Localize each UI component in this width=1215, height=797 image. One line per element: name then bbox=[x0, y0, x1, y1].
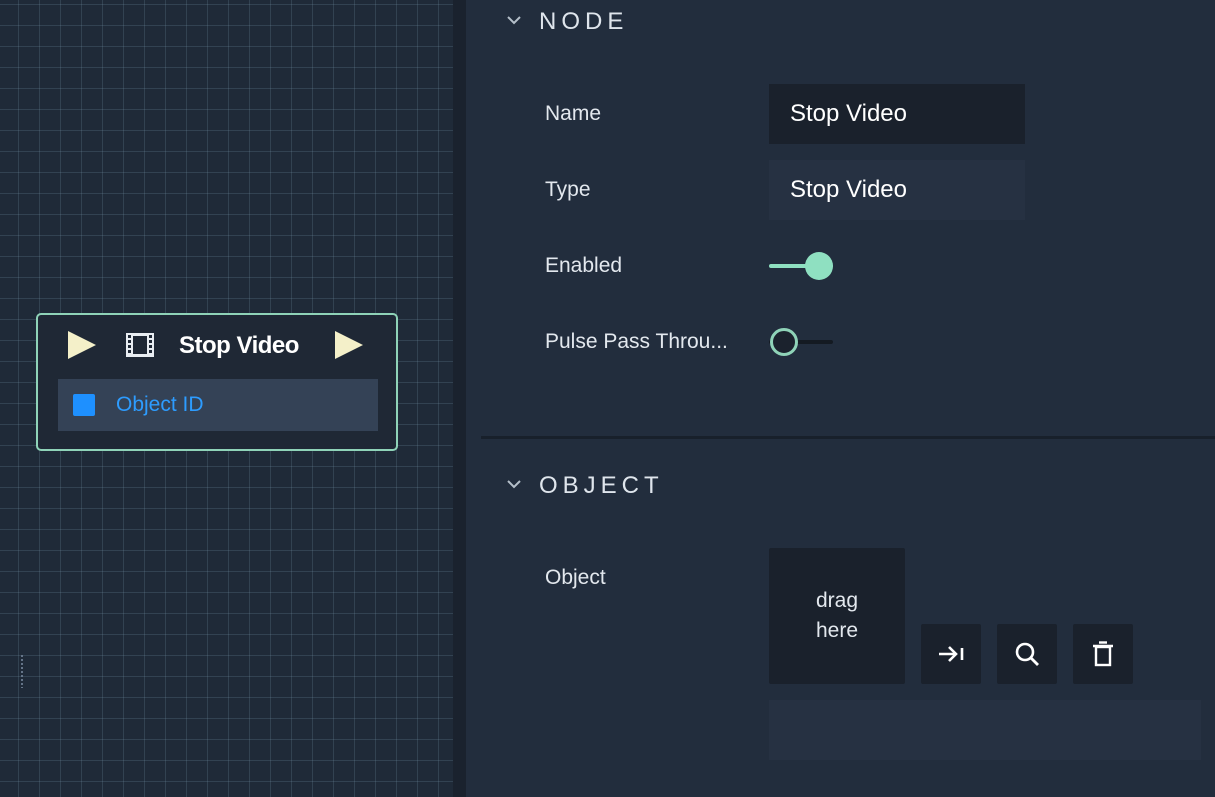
flow-output-play-icon[interactable] bbox=[335, 331, 363, 359]
panel-splitter[interactable] bbox=[453, 0, 466, 797]
object-drop-zone[interactable]: drag here bbox=[769, 548, 905, 684]
node-header[interactable]: Stop Video bbox=[38, 315, 396, 377]
pulse-pass-through-label: Pulse Pass Throu... bbox=[545, 330, 728, 353]
type-field: Stop Video bbox=[769, 160, 1025, 220]
section-title-node: NODE bbox=[539, 8, 629, 35]
trash-icon bbox=[1093, 641, 1113, 667]
section-divider bbox=[481, 436, 1215, 439]
drop-zone-text-line2: here bbox=[815, 619, 859, 642]
toggle-knob[interactable] bbox=[770, 328, 798, 356]
object-section-header[interactable]: OBJECT bbox=[466, 464, 1215, 508]
chevron-down-icon[interactable] bbox=[506, 14, 522, 26]
goto-object-button[interactable] bbox=[921, 624, 981, 684]
drop-zone-text-line1: drag bbox=[815, 589, 859, 612]
object-label: Object bbox=[545, 566, 606, 589]
film-icon bbox=[126, 333, 154, 357]
search-icon bbox=[1015, 642, 1039, 666]
name-label: Name bbox=[545, 102, 602, 125]
splitter-grip-handle[interactable] bbox=[20, 654, 24, 688]
node-title: Stop Video bbox=[179, 332, 299, 359]
chevron-down-icon[interactable] bbox=[506, 478, 522, 490]
enabled-label: Enabled bbox=[545, 254, 623, 277]
section-title-object: OBJECT bbox=[539, 472, 664, 499]
graph-canvas[interactable]: Stop Video Object ID bbox=[0, 0, 453, 797]
port-label: Object ID bbox=[116, 393, 204, 416]
enabled-toggle[interactable] bbox=[769, 251, 833, 281]
stop-video-node[interactable]: Stop Video Object ID bbox=[36, 313, 398, 451]
name-field[interactable]: Stop Video bbox=[769, 84, 1025, 144]
object-path-field bbox=[769, 700, 1201, 760]
port-connector-icon[interactable] bbox=[73, 394, 95, 416]
pulse-pass-through-toggle[interactable] bbox=[769, 327, 833, 357]
flow-input-play-icon[interactable] bbox=[68, 331, 96, 359]
delete-object-button[interactable] bbox=[1073, 624, 1133, 684]
arrow-to-bar-icon bbox=[939, 646, 964, 662]
app-root: Stop Video Object ID NODE Name Stop Vide… bbox=[0, 0, 1215, 797]
object-id-port[interactable]: Object ID bbox=[58, 379, 378, 431]
type-label: Type bbox=[545, 178, 591, 201]
search-object-button[interactable] bbox=[997, 624, 1057, 684]
inspector-panel: NODE Name Stop Video Type Stop Video Ena… bbox=[466, 0, 1215, 797]
toggle-knob[interactable] bbox=[805, 252, 833, 280]
node-section-header[interactable]: NODE bbox=[466, 0, 1215, 44]
